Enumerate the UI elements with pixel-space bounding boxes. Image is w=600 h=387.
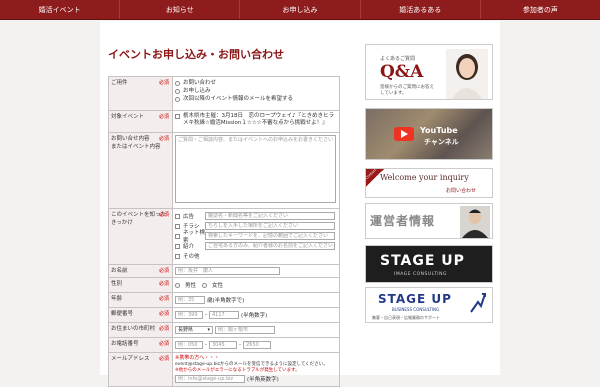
page-title: イベントお申し込み・お問い合わせ: [108, 48, 284, 61]
required-icon: 必須: [158, 326, 169, 332]
stageup-business-banner[interactable]: STAGE UP BUSINESS CONSULTING 集客・自己表現・広報業…: [365, 287, 493, 323]
inquiry-textarea[interactable]: ご質問・ご相談内容、またはイベントへのお申込みをお書きください: [175, 135, 336, 203]
email-note-1: ※携帯の方へ・・・: [175, 355, 220, 361]
operator-banner[interactable]: 運営者情報: [365, 203, 493, 239]
chevron-down-icon: ▾: [207, 327, 210, 333]
flyer-input[interactable]: ちらしを入手した場所をご記入ください: [205, 222, 335, 230]
phone-label: お電話番号 必須: [108, 337, 173, 353]
qa-small-text: よくあるご質問: [380, 56, 416, 62]
event-label: 対象イベント 必須: [108, 110, 173, 133]
ad-input[interactable]: 雑誌名・新聞名等をご記入ください: [205, 212, 335, 220]
nav-item-news[interactable]: お知らせ: [119, 0, 239, 19]
prefecture-select[interactable]: 長野県 ▾: [175, 326, 213, 334]
gender-options: 男性 女性: [175, 280, 337, 290]
age-label: 年齢 必須: [108, 292, 173, 308]
phone-input-2[interactable]: 3045: [209, 341, 237, 349]
how-known-search: ネット検索 検索したキーワードを、記憶の範囲でご記入ください: [175, 230, 337, 244]
youtube-banner[interactable]: YouTube チャンネル: [365, 108, 493, 160]
arrow-up-icon: [470, 293, 486, 313]
operator-text: 運営者情報: [370, 214, 436, 228]
stageup-sub: IMAGE CONSULTING: [394, 272, 447, 277]
qa-title: Q&A: [380, 62, 424, 82]
play-icon: [394, 127, 414, 141]
postal-input-1[interactable]: 例：399: [175, 311, 203, 319]
event-text: 栃木県市主催：3月18日 恋のロープウェイ♪『ときめきヒラメキ秋縁☆婚活Miss…: [183, 113, 335, 126]
checkbox-icon[interactable]: [175, 253, 180, 259]
checkbox-icon[interactable]: [175, 233, 180, 239]
top-navigation: 婚活イベント お知らせ お申し込み 婚活あるある 参加者の声: [0, 0, 600, 20]
phone-input-1[interactable]: 例：050: [175, 341, 203, 349]
age-input[interactable]: 例：35: [175, 296, 205, 304]
name-label: お名前 必須: [108, 264, 173, 278]
stageup2-title: STAGE UP: [378, 292, 452, 306]
woman-photo-icon: [446, 49, 488, 99]
radio-icon[interactable]: [202, 282, 208, 288]
radio-icon[interactable]: [175, 88, 180, 94]
qa-banner[interactable]: よくあるご質問 Q&A 皆様からのご質問にお答えしています。: [365, 44, 493, 100]
required-icon: 必須: [158, 341, 169, 347]
required-icon: 必須: [158, 296, 169, 302]
stageup-title: STAGE UP: [380, 253, 465, 269]
nav-item-apply[interactable]: お申し込み: [239, 0, 359, 19]
stageup2-sub: BUSINESS CONSULTING: [392, 307, 440, 312]
gender-female[interactable]: 女性: [212, 281, 223, 289]
referral-input[interactable]: ご自宅ある方のみ、紹介者様のお名前をご記入ください: [205, 242, 335, 250]
youtube-brand: YouTube: [420, 126, 458, 135]
radio-icon[interactable]: [175, 80, 180, 86]
required-icon: 必須: [158, 80, 169, 86]
checkbox-icon[interactable]: [175, 243, 180, 249]
required-icon: 必須: [158, 268, 169, 274]
how-known-ad: 広告 雑誌名・新聞名等をご記入ください: [175, 211, 337, 221]
event-checkbox[interactable]: [175, 114, 180, 119]
purpose-options: お問い合わせ お申し込み 次回以降のイベント情報のメールを希望する: [172, 76, 340, 111]
required-icon: 必須: [158, 136, 169, 142]
required-icon: 必須: [158, 212, 169, 218]
search-input[interactable]: 検索したキーワードを、記憶の範囲でご記入ください: [205, 232, 335, 240]
required-icon: 必須: [158, 281, 169, 287]
stageup2-desc: 集客・自己表現・広報業務のサポート: [372, 315, 440, 320]
postal-suffix: (半角数字): [241, 313, 268, 319]
application-form: ご用件 必須 お問い合わせ お申し込み 次回以降のイベント情報のメールを希望する …: [108, 76, 340, 387]
purpose-option-inquiry[interactable]: お問い合わせ: [175, 79, 337, 87]
postal-label: 郵便番号 必須: [108, 307, 173, 323]
how-known-referral: 紹介 ご自宅ある方のみ、紹介者様のお名前をご記入ください: [175, 241, 337, 251]
gender-label: 性別 必須: [108, 277, 173, 293]
operator-photo-icon: [460, 206, 490, 238]
radio-icon[interactable]: [175, 282, 180, 288]
checkbox-icon[interactable]: [175, 213, 180, 219]
how-known-other: その他: [175, 251, 337, 261]
inquiry-welcome: Welcome your inquiry: [380, 173, 469, 182]
how-known-options: 広告 雑誌名・新聞名等をご記入ください チラシ ちらしを入手した場所をご記入ください…: [172, 208, 340, 265]
name-input[interactable]: 例：坂井 康人: [175, 267, 280, 275]
required-icon: 必須: [158, 311, 169, 317]
gender-male[interactable]: 男性: [185, 281, 196, 289]
inquiry-banner[interactable]: Contact Welcome your inquiry お問い合わせ: [365, 168, 493, 198]
address-label: お住まいの市町村 必須: [108, 322, 173, 338]
nav-item-events[interactable]: 婚活イベント: [0, 0, 119, 19]
stageup-image-banner[interactable]: STAGE UP IMAGE CONSULTING: [365, 245, 493, 283]
nav-item-aruaru[interactable]: 婚活あるある: [359, 0, 480, 19]
required-icon: 必須: [158, 114, 169, 120]
purpose-option-apply[interactable]: お申し込み: [175, 87, 337, 95]
inquiry-sub: お問い合わせ: [446, 188, 477, 194]
postal-input-2[interactable]: 4117: [209, 311, 239, 319]
purpose-label: ご用件 必須: [108, 76, 173, 111]
phone-input-3[interactable]: 2650: [243, 341, 271, 349]
how-known-label: このイベントを知ったきっかけ 必須: [108, 208, 173, 265]
required-icon: 必須: [158, 356, 169, 362]
purpose-option-mail[interactable]: 次回以降のイベント情報のメールを希望する: [175, 95, 337, 103]
event-option: 栃木県市主催：3月18日 恋のロープウェイ♪『ときめきヒラメキ秋縁☆婚活Miss…: [172, 110, 340, 133]
inquiry-label: お問い合せ内容 またはイベント内容 必須: [108, 132, 173, 209]
email-suffix: (半角英数字): [247, 377, 279, 383]
email-label: メールアドレス 必須: [108, 352, 173, 387]
age-suffix: 歳(半角数字で): [207, 298, 245, 304]
youtube-sub: チャンネル: [424, 138, 459, 146]
qa-description: 皆様からのご質問にお答えしています。: [380, 85, 434, 96]
city-input[interactable]: 例：駒ヶ根市: [215, 326, 275, 334]
email-input[interactable]: 例：info@stage-up.biz: [175, 375, 245, 383]
nav-item-voices[interactable]: 参加者の声: [479, 0, 600, 19]
radio-icon[interactable]: [175, 96, 180, 102]
